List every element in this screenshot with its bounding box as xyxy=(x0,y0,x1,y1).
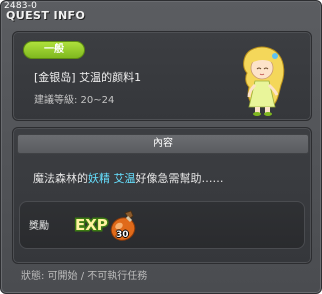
fairy-girl-icon xyxy=(243,46,285,116)
level-requirement: 建議等級: 20~24 xyxy=(34,95,115,106)
quest-content-panel: 內容 魔法森林的妖精 艾温好像急需幫助…… 獎勵 EXP 30 xyxy=(12,127,312,264)
desc-text-before: 魔法森林的 xyxy=(33,172,88,185)
window-title: QUEST INFO xyxy=(6,9,86,22)
desc-text-after: 好像急需幫助…… xyxy=(135,172,224,185)
reward-item-count: 30 xyxy=(116,230,129,240)
svg-text:EXP: EXP xyxy=(75,216,108,234)
desc-highlight-npc: 艾温 xyxy=(113,172,136,185)
category-badge: 一般 xyxy=(23,41,85,59)
quest-info-window: 2483-0 QUEST INFO 一般 [金银岛] 艾温的颜料1 建議等級: … xyxy=(0,0,322,294)
desc-highlight-fairy: 妖精 xyxy=(88,172,110,185)
quest-description: 魔法森林的妖精 艾温好像急需幫助…… xyxy=(33,170,224,186)
reward-box: 獎勵 EXP 30 xyxy=(19,201,305,249)
title-bar[interactable]: 2483-0 QUEST INFO xyxy=(1,1,321,25)
quest-name: [金银岛] 艾温的颜料1 xyxy=(34,71,142,84)
content-header: 內容 xyxy=(17,134,309,154)
quest-status: 狀態: 可開始 / 不可執行任務 xyxy=(21,271,148,282)
reward-label: 獎勵 xyxy=(29,221,49,232)
